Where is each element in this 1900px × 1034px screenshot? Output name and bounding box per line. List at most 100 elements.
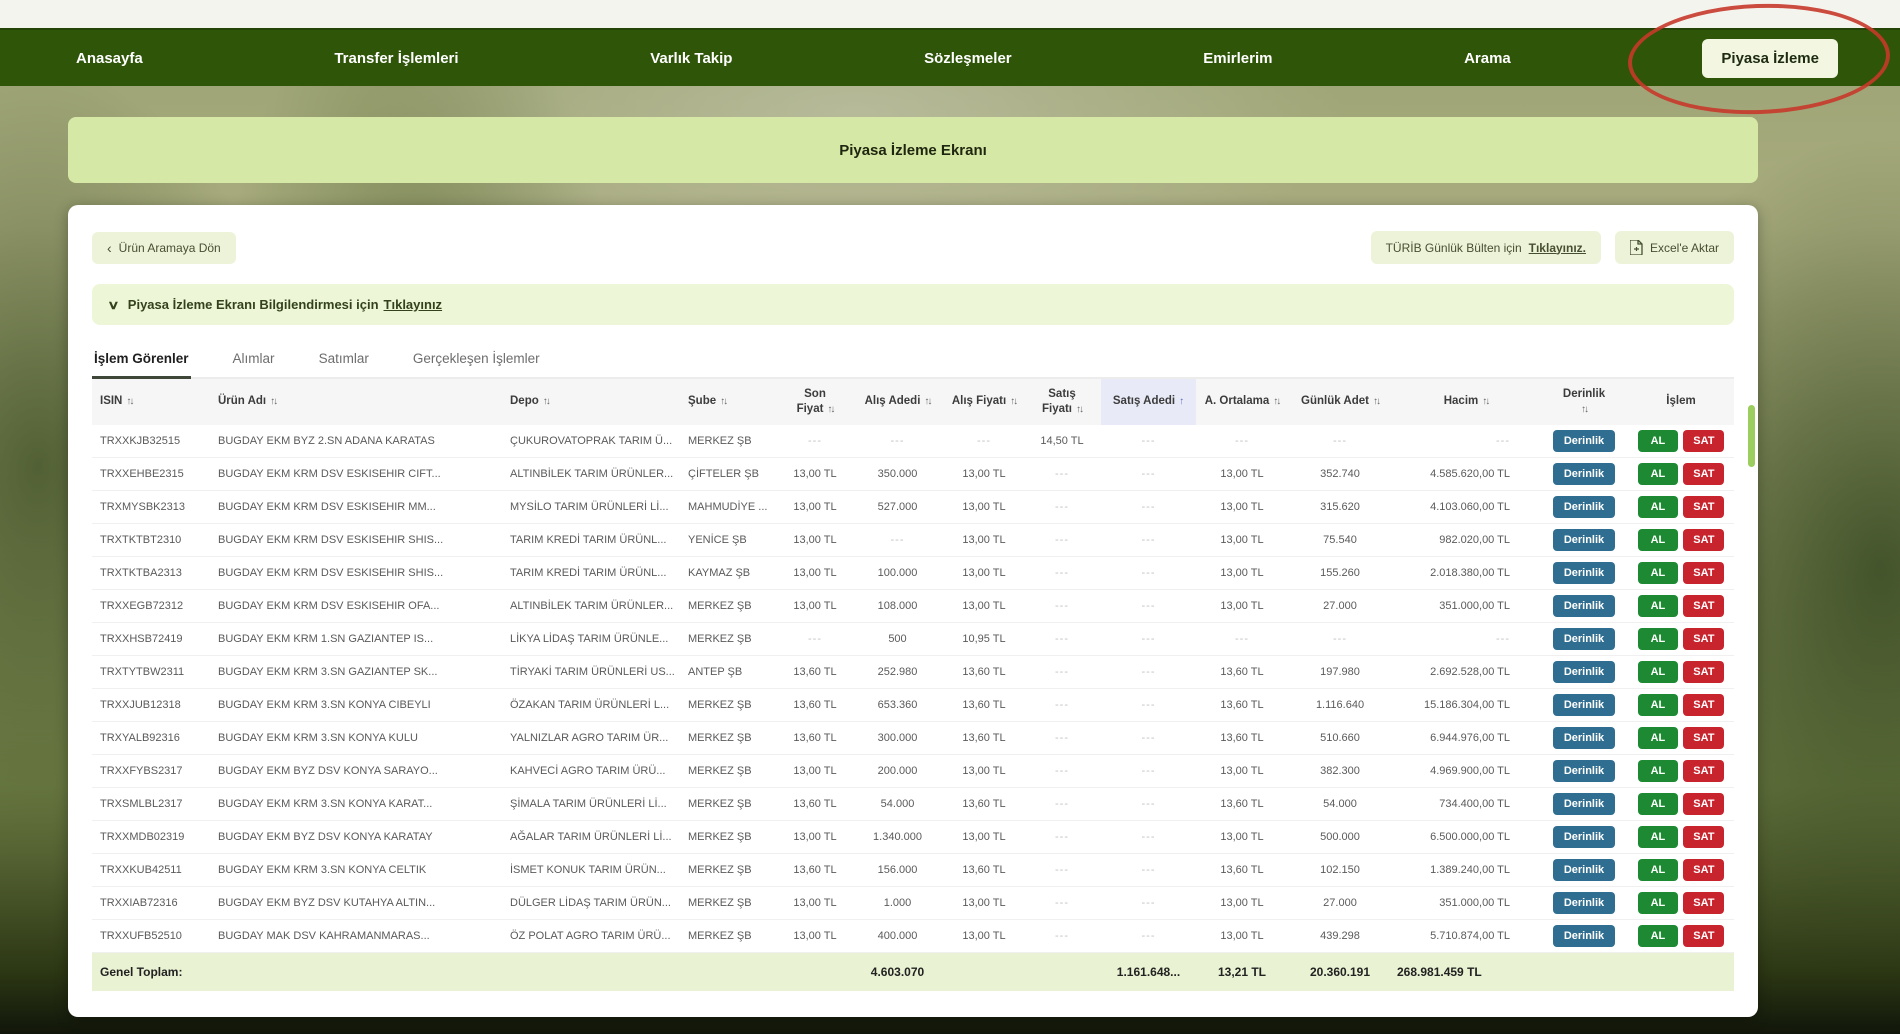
col-header-alis_fiyati[interactable]: Alış Fiyatı↑↓ <box>945 379 1023 425</box>
sat-button[interactable]: SAT <box>1683 793 1724 815</box>
sat-button[interactable]: SAT <box>1683 727 1724 749</box>
derinlik-button[interactable]: Derinlik <box>1553 529 1615 551</box>
al-button[interactable]: AL <box>1638 892 1679 914</box>
cell-alis_adedi: 252.980 <box>850 656 945 689</box>
sat-button[interactable]: SAT <box>1683 826 1724 848</box>
tab-satimlar[interactable]: Satımlar <box>317 343 371 377</box>
nav-item-varlik-takip[interactable]: Varlık Takip <box>650 50 732 67</box>
col-header-gunluk_adet[interactable]: Günlük Adet↑↓ <box>1288 379 1392 425</box>
derinlik-button[interactable]: Derinlik <box>1553 760 1615 782</box>
vertical-scrollbar-thumb[interactable] <box>1748 405 1755 467</box>
sort-icon[interactable]: ↑↓ <box>543 396 549 407</box>
sort-icon[interactable]: ↑↓ <box>1482 396 1488 407</box>
col-header-depo[interactable]: Depo↑↓ <box>502 379 680 425</box>
al-button[interactable]: AL <box>1638 496 1679 518</box>
al-button[interactable]: AL <box>1638 859 1679 881</box>
sort-icon[interactable]: ↑↓ <box>1273 396 1279 407</box>
tab-gerceklesen-islemler[interactable]: Gerçekleşen İşlemler <box>411 343 542 377</box>
derinlik-button[interactable]: Derinlik <box>1553 562 1615 584</box>
sat-button[interactable]: SAT <box>1683 892 1724 914</box>
sort-icon[interactable]: ↑↓ <box>827 404 833 415</box>
sat-button[interactable]: SAT <box>1683 925 1724 947</box>
sat-button[interactable]: SAT <box>1683 562 1724 584</box>
info-banner-link[interactable]: Tıklayınız <box>384 297 443 312</box>
derinlik-button[interactable]: Derinlik <box>1553 727 1615 749</box>
sat-button[interactable]: SAT <box>1683 628 1724 650</box>
nav-item-transfer-islemleri[interactable]: Transfer İşlemleri <box>334 50 458 67</box>
excel-export-button[interactable]: Excel'e Aktar <box>1615 231 1734 264</box>
sat-button[interactable]: SAT <box>1683 760 1724 782</box>
derinlik-button[interactable]: Derinlik <box>1553 892 1615 914</box>
col-header-alis_adedi[interactable]: Alış Adedi↑↓ <box>850 379 945 425</box>
cell-isin: TRXXUFB52510 <box>92 920 210 953</box>
sort-icon[interactable]: ↑ <box>1179 396 1184 407</box>
cell-satis_adedi: --- <box>1101 425 1196 458</box>
sat-button[interactable]: SAT <box>1683 859 1724 881</box>
derinlik-button[interactable]: Derinlik <box>1553 463 1615 485</box>
col-header-son_fiyat[interactable]: Son Fiyat↑↓ <box>780 379 850 425</box>
al-button[interactable]: AL <box>1638 727 1679 749</box>
derinlik-button[interactable]: Derinlik <box>1553 661 1615 683</box>
al-button[interactable]: AL <box>1638 661 1679 683</box>
info-banner[interactable]: ∨ Piyasa İzleme Ekranı Bilgilendirmesi i… <box>92 284 1734 325</box>
sat-button[interactable]: SAT <box>1683 496 1724 518</box>
sort-icon[interactable]: ↑↓ <box>924 396 930 407</box>
derinlik-button[interactable]: Derinlik <box>1553 793 1615 815</box>
col-header-sube[interactable]: Şube↑↓ <box>680 379 780 425</box>
nav-item-piyasa-izleme[interactable]: Piyasa İzleme <box>1702 39 1838 78</box>
al-button[interactable]: AL <box>1638 694 1679 716</box>
al-button[interactable]: AL <box>1638 793 1679 815</box>
sat-button[interactable]: SAT <box>1683 430 1724 452</box>
cell-satis_fiyati: --- <box>1023 854 1101 887</box>
sat-button[interactable]: SAT <box>1683 595 1724 617</box>
cell-hacim: 1.389.240,00 TL <box>1392 854 1540 887</box>
col-header-satis_adedi[interactable]: Satış Adedi↑ <box>1101 379 1196 425</box>
nav-item-anasayfa[interactable]: Anasayfa <box>76 50 143 67</box>
al-button[interactable]: AL <box>1638 760 1679 782</box>
derinlik-button[interactable]: Derinlik <box>1553 430 1615 452</box>
derinlik-button[interactable]: Derinlik <box>1553 925 1615 947</box>
bulletin-button[interactable]: TÜRİB Günlük Bülten için Tıklayınız. <box>1371 231 1601 264</box>
bulletin-link[interactable]: Tıklayınız. <box>1529 241 1586 255</box>
total-cell-ortalama: 13,21 TL <box>1196 953 1288 991</box>
back-button[interactable]: ‹ Ürün Aramaya Dön <box>92 232 236 264</box>
col-header-hacim[interactable]: Hacim↑↓ <box>1392 379 1540 425</box>
sort-icon[interactable]: ↑↓ <box>1545 403 1623 416</box>
sat-button[interactable]: SAT <box>1683 463 1724 485</box>
al-button[interactable]: AL <box>1638 628 1679 650</box>
nav-item-sozlesmeler[interactable]: Sözleşmeler <box>924 50 1012 67</box>
sort-icon[interactable]: ↑↓ <box>270 396 276 407</box>
sort-icon[interactable]: ↑↓ <box>126 396 132 407</box>
nav-item-emirlerim[interactable]: Emirlerim <box>1203 50 1272 67</box>
sat-button[interactable]: SAT <box>1683 661 1724 683</box>
derinlik-button[interactable]: Derinlik <box>1553 826 1615 848</box>
nav-item-arama[interactable]: Arama <box>1464 50 1511 67</box>
tab-alimlar[interactable]: Alımlar <box>231 343 277 377</box>
al-button[interactable]: AL <box>1638 826 1679 848</box>
al-button[interactable]: AL <box>1638 595 1679 617</box>
sort-icon[interactable]: ↑↓ <box>1076 404 1082 415</box>
sat-button[interactable]: SAT <box>1683 529 1724 551</box>
al-button[interactable]: AL <box>1638 430 1679 452</box>
col-header-ortalama[interactable]: A. Ortalama↑↓ <box>1196 379 1288 425</box>
al-button[interactable]: AL <box>1638 562 1679 584</box>
al-button[interactable]: AL <box>1638 529 1679 551</box>
col-header-satis_fiyati[interactable]: Satış Fiyatı↑↓ <box>1023 379 1101 425</box>
al-button[interactable]: AL <box>1638 925 1679 947</box>
al-button[interactable]: AL <box>1638 463 1679 485</box>
derinlik-button[interactable]: Derinlik <box>1553 628 1615 650</box>
sort-icon[interactable]: ↑↓ <box>1010 396 1016 407</box>
cell-urun_adi: BUGDAY EKM KRM DSV ESKISEHIR MM... <box>210 491 502 524</box>
sat-button[interactable]: SAT <box>1683 694 1724 716</box>
derinlik-button[interactable]: Derinlik <box>1553 496 1615 518</box>
derinlik-button[interactable]: Derinlik <box>1553 595 1615 617</box>
sort-icon[interactable]: ↑↓ <box>720 396 726 407</box>
col-header-urun_adi[interactable]: Ürün Adı↑↓ <box>210 379 502 425</box>
sort-icon[interactable]: ↑↓ <box>1373 396 1379 407</box>
col-header-derinlik[interactable]: Derinlik↑↓ <box>1540 379 1628 425</box>
tab-islem-gorenler[interactable]: İşlem Görenler <box>92 343 191 379</box>
derinlik-button[interactable]: Derinlik <box>1553 694 1615 716</box>
cell-derinlik: Derinlik <box>1540 689 1628 722</box>
derinlik-button[interactable]: Derinlik <box>1553 859 1615 881</box>
col-header-isin[interactable]: ISIN↑↓ <box>92 379 210 425</box>
